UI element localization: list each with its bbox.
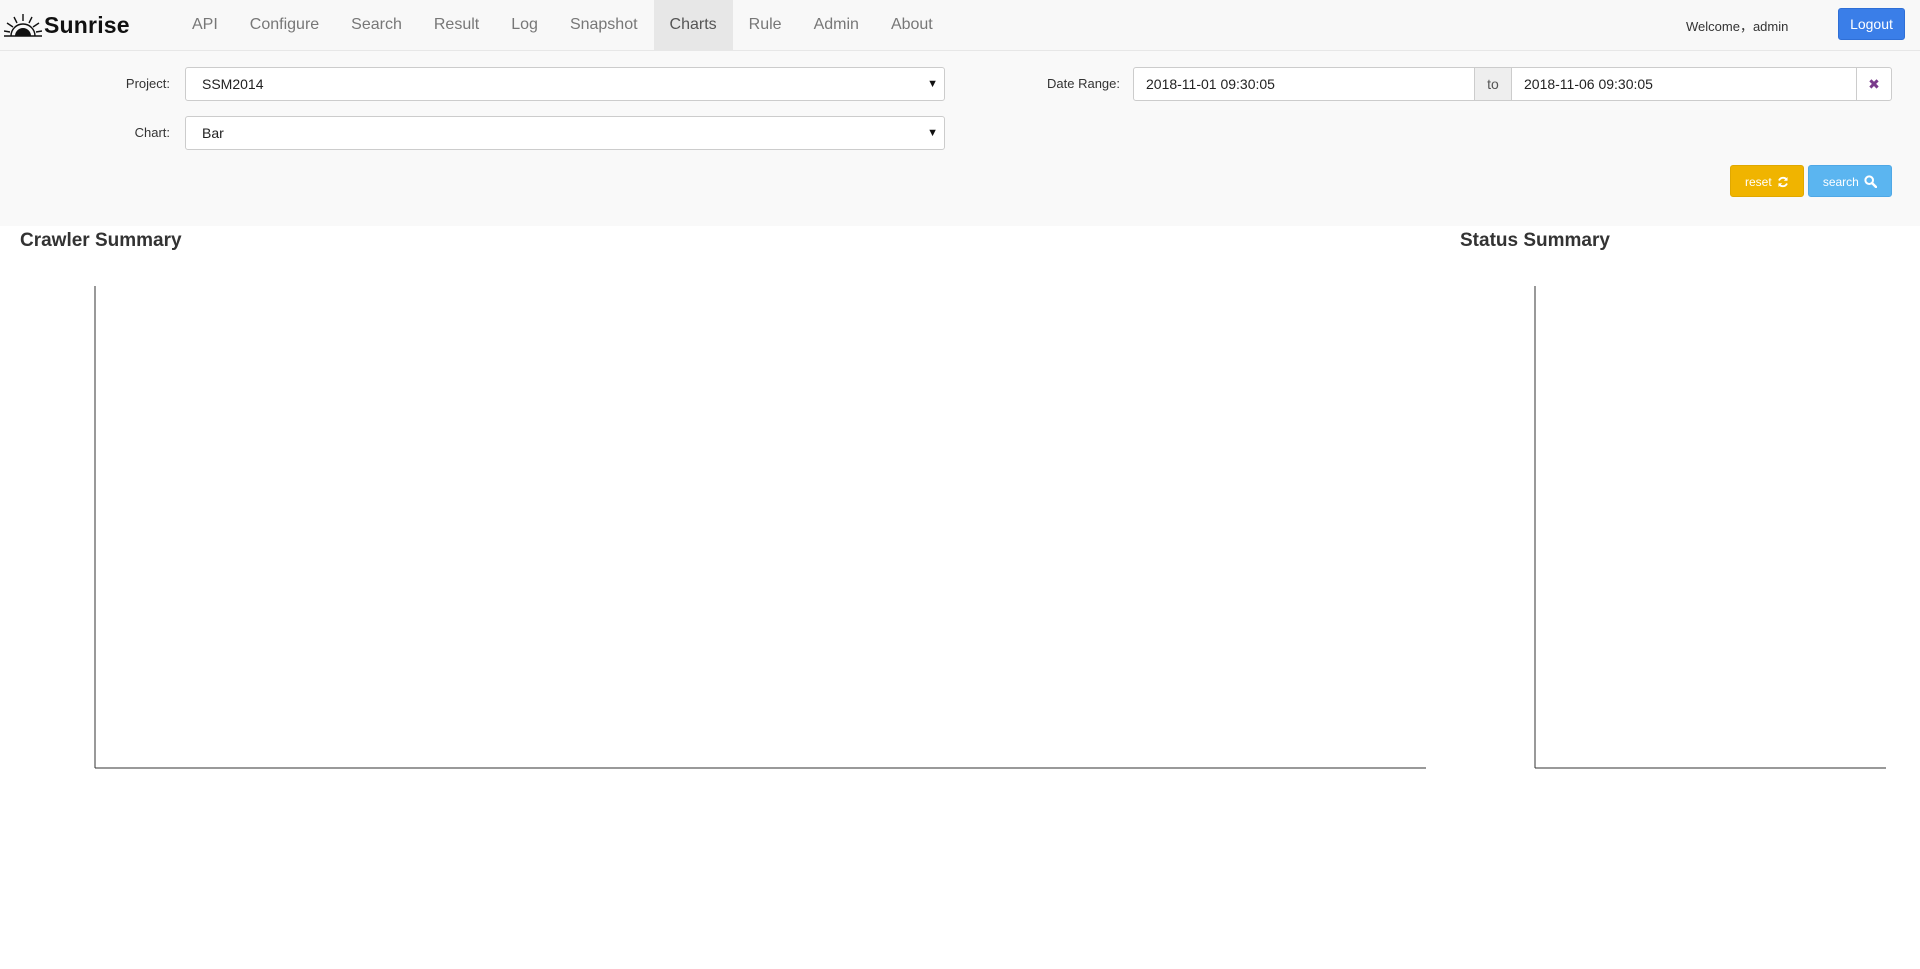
nav-item-charts[interactable]: Charts bbox=[653, 0, 733, 50]
chart-type-select[interactable]: Bar ▼ bbox=[185, 116, 945, 150]
nav-item-snapshot[interactable]: Snapshot bbox=[554, 0, 654, 50]
nav-item-admin[interactable]: Admin bbox=[798, 0, 875, 50]
nav-item-search[interactable]: Search bbox=[335, 0, 418, 50]
chevron-down-icon: ▼ bbox=[927, 127, 938, 139]
date-to-input[interactable]: 2018-11-06 09:30:05 bbox=[1511, 67, 1857, 101]
nav-item-log[interactable]: Log bbox=[495, 0, 554, 50]
crawler-summary-title: Crawler Summary bbox=[20, 230, 182, 251]
project-label: Project: bbox=[125, 76, 170, 91]
nav-item-about[interactable]: About bbox=[875, 0, 949, 50]
sunrise-logo-icon bbox=[4, 14, 42, 37]
logout-button[interactable]: Logout bbox=[1838, 8, 1905, 40]
filter-panel: Project: SSM2014 ▼ Chart: Bar ▼ Date Ran… bbox=[0, 51, 1920, 226]
search-icon bbox=[1864, 175, 1878, 189]
top-navbar: Sunrise API Configure Search Result Log … bbox=[0, 0, 1920, 51]
status-summary-chart bbox=[1534, 286, 1886, 769]
date-to-separator: to bbox=[1474, 67, 1512, 101]
clear-date-button[interactable]: ✖ bbox=[1856, 67, 1892, 101]
crawler-summary-chart bbox=[94, 286, 1426, 769]
nav-item-rule[interactable]: Rule bbox=[733, 0, 798, 50]
main-nav: API Configure Search Result Log Snapshot… bbox=[176, 0, 949, 50]
chevron-down-icon: ▼ bbox=[927, 78, 938, 90]
reset-button[interactable]: reset bbox=[1730, 165, 1804, 197]
reset-button-label: reset bbox=[1744, 175, 1772, 189]
date-range-label: Date Range: bbox=[1047, 76, 1120, 91]
refresh-icon bbox=[1778, 176, 1788, 188]
nav-item-api[interactable]: API bbox=[176, 0, 234, 50]
welcome-text: Welcome，admin bbox=[1686, 19, 1789, 34]
search-button[interactable]: search bbox=[1808, 165, 1892, 197]
chart-select-value: Bar bbox=[202, 125, 224, 141]
project-select[interactable]: SSM2014 ▼ bbox=[185, 67, 945, 101]
nav-item-configure[interactable]: Configure bbox=[234, 0, 335, 50]
project-select-value: SSM2014 bbox=[202, 76, 264, 92]
nav-item-result[interactable]: Result bbox=[418, 0, 495, 50]
date-from-input[interactable]: 2018-11-01 09:30:05 bbox=[1133, 67, 1475, 101]
chart-label: Chart: bbox=[134, 125, 170, 140]
search-button-label: search bbox=[1822, 175, 1859, 189]
close-icon: ✖ bbox=[1868, 76, 1880, 92]
brand[interactable]: Sunrise bbox=[4, 8, 130, 42]
status-summary-title: Status Summary bbox=[1460, 230, 1610, 251]
brand-name: Sunrise bbox=[44, 11, 130, 38]
